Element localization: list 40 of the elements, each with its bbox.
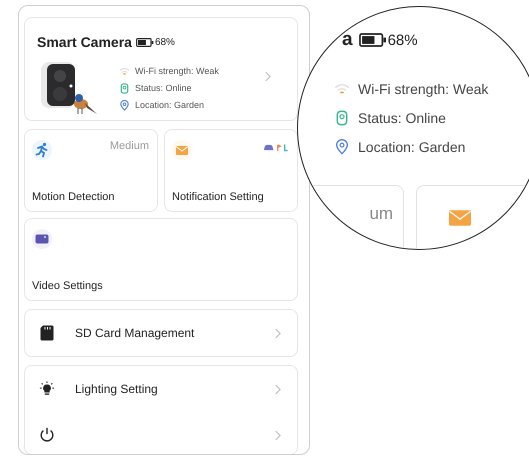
settings-tile[interactable]: Video Settings [24, 218, 298, 301]
device-info-text: Status: Online [135, 83, 192, 93]
settings-tile[interactable]: Notification Setting [164, 129, 298, 212]
battery-reading: 68% [154, 36, 175, 48]
location-pin-icon [119, 100, 130, 110]
envelope-icon [172, 140, 192, 160]
chevron-right-icon [264, 70, 271, 82]
device-info-text: Location: Garden [135, 100, 204, 110]
settings-tile[interactable]: Medium Motion Detection [24, 129, 158, 212]
chevron-right-icon [274, 430, 281, 440]
sensitivity-value: um [369, 204, 394, 223]
menu-label: SD Card Management [75, 326, 196, 340]
device-name: Smart Camera [37, 34, 132, 50]
power-icon [39, 427, 55, 443]
device-info-text: Wi-Fi strength: Weak [358, 81, 488, 97]
menu-label: Lighting Setting [75, 382, 159, 396]
sensitivity-value: Medium [110, 140, 149, 152]
tile-label: Video Settings [32, 280, 104, 292]
device-info-text: Status: Online [358, 110, 446, 126]
status-icon [334, 110, 350, 126]
chevron-right-icon [274, 384, 281, 394]
status-icon [119, 82, 130, 94]
tile-label: Motion Detection [32, 191, 116, 203]
battery-icon [136, 38, 154, 46]
tile-label: Notification Setting [172, 191, 265, 203]
chevron-right-icon [274, 328, 281, 338]
location-pin-icon [334, 139, 350, 155]
device-info-text: Location: Garden [358, 139, 466, 155]
device-card[interactable]: Smart Camera 68% Wi-Fi strength: Weak Status: Online Location: Garden [24, 17, 298, 121]
battery-reading: 68% [388, 32, 418, 48]
light-bulb-icon [39, 381, 55, 397]
battery-icon [358, 33, 387, 47]
device-info-text: Wi-Fi strength: Weak [135, 66, 219, 76]
sd-card-icon [39, 325, 55, 341]
sd-card-row[interactable]: SD Card Management [24, 309, 298, 357]
title-fragment: a [342, 29, 353, 51]
running-person-icon [32, 140, 52, 160]
wifi-icon [119, 66, 130, 76]
video-camera-icon [32, 229, 52, 249]
envelope-icon [449, 210, 472, 226]
